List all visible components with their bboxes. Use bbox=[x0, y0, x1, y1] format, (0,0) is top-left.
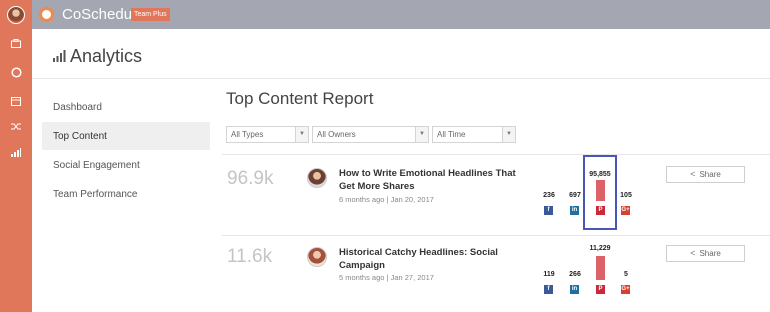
time-filter-select[interactable]: All Time ▼ bbox=[432, 126, 516, 143]
chevron-down-icon: ▼ bbox=[415, 127, 428, 142]
briefcase-icon[interactable] bbox=[0, 35, 32, 51]
coschedule-logo-icon[interactable] bbox=[39, 7, 54, 22]
highlight-box bbox=[583, 155, 617, 230]
pinterest-icon: P bbox=[596, 285, 605, 294]
linkedin-count: 266 bbox=[569, 271, 581, 278]
share-button[interactable]: < Share bbox=[666, 166, 745, 183]
post-meta: 5 months ago | Jan 27, 2017 bbox=[339, 273, 434, 282]
post-title-link[interactable]: How to Write Emotional Headlines That Ge… bbox=[339, 167, 519, 193]
sidebar-item-top-content[interactable]: Top Content bbox=[42, 122, 210, 150]
post-meta: 6 months ago | Jan 20, 2017 bbox=[339, 195, 434, 204]
facebook-icon: f bbox=[544, 285, 553, 294]
time-filter-value: All Time bbox=[437, 130, 466, 139]
author-avatar bbox=[307, 247, 327, 267]
sidebar-item-social-engagement[interactable]: Social Engagement bbox=[42, 151, 210, 179]
share-icon: < bbox=[690, 248, 696, 258]
row-divider bbox=[222, 154, 770, 155]
sidebar-item-label: Top Content bbox=[53, 131, 107, 142]
report-title: Top Content Report bbox=[226, 89, 374, 108]
circle-icon[interactable] bbox=[0, 64, 32, 80]
app-rail bbox=[0, 0, 32, 312]
total-shares: 96.9k bbox=[227, 168, 274, 189]
googleplus-icon: G+ bbox=[621, 206, 630, 215]
share-label: Share bbox=[699, 249, 721, 258]
share-icon: < bbox=[690, 169, 696, 179]
sidebar-item-label: Social Engagement bbox=[53, 160, 140, 171]
calendar-icon[interactable] bbox=[0, 93, 32, 109]
row-divider bbox=[222, 235, 770, 236]
sidebar-item-label: Team Performance bbox=[53, 189, 138, 200]
type-filter-value: All Types bbox=[231, 130, 264, 139]
pinterest-count: 11,229 bbox=[589, 245, 611, 252]
googleplus-count: 5 bbox=[624, 271, 628, 278]
shuffle-icon[interactable] bbox=[0, 118, 32, 134]
plan-badge: Team Plus bbox=[131, 8, 170, 21]
pinterest-bar bbox=[596, 256, 605, 280]
googleplus-icon: G+ bbox=[621, 285, 630, 294]
sidebar-item-label: Dashboard bbox=[53, 102, 102, 113]
facebook-icon: f bbox=[544, 206, 553, 215]
sidebar-item-dashboard[interactable]: Dashboard bbox=[42, 93, 210, 121]
linkedin-icon: in bbox=[570, 206, 579, 215]
share-label: Share bbox=[699, 170, 721, 179]
total-shares: 11.6k bbox=[227, 246, 273, 267]
type-filter-select[interactable]: All Types ▼ bbox=[226, 126, 309, 143]
owner-filter-value: All Owners bbox=[317, 130, 356, 139]
share-button[interactable]: < Share bbox=[666, 245, 745, 262]
analytics-icon[interactable] bbox=[0, 144, 32, 160]
chevron-down-icon: ▼ bbox=[502, 127, 515, 142]
user-avatar[interactable] bbox=[7, 6, 25, 24]
post-title-link[interactable]: Historical Catchy Headlines: Social Camp… bbox=[339, 246, 519, 272]
sidebar-item-team-performance[interactable]: Team Performance bbox=[42, 180, 210, 208]
author-avatar bbox=[307, 168, 327, 188]
owner-filter-select[interactable]: All Owners ▼ bbox=[312, 126, 429, 143]
bar-chart-icon bbox=[53, 50, 66, 62]
linkedin-icon: in bbox=[570, 285, 579, 294]
header-divider bbox=[32, 78, 770, 79]
chevron-down-icon: ▼ bbox=[295, 127, 308, 142]
page-title: Analytics bbox=[70, 46, 143, 66]
